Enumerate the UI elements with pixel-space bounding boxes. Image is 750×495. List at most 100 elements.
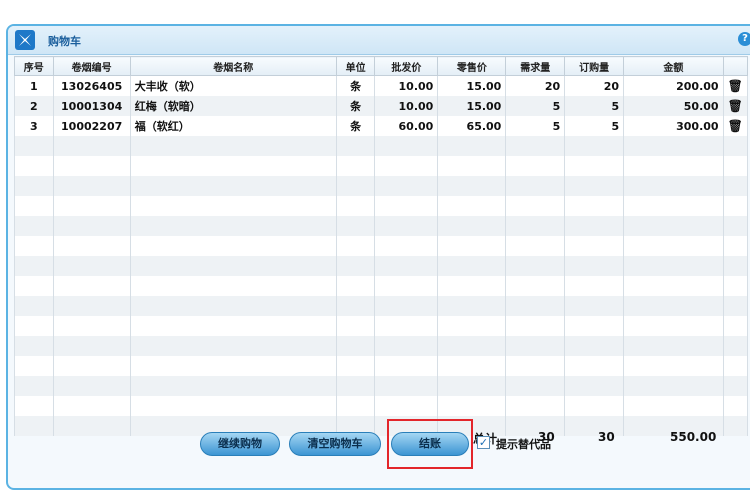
empty-cell [437, 196, 507, 216]
empty-cell [437, 356, 507, 376]
empty-cell [623, 356, 724, 376]
empty-cell [129, 336, 337, 356]
empty-table-row [14, 156, 749, 176]
header-name[interactable]: 卷烟名称 [129, 56, 337, 76]
header-wholesale[interactable]: 批发价 [374, 56, 439, 76]
empty-cell [129, 156, 337, 176]
empty-table-row [14, 276, 749, 296]
empty-cell [52, 136, 131, 156]
header-code[interactable]: 卷烟编号 [52, 56, 131, 76]
cell-order[interactable]: 5 [564, 116, 625, 136]
table-row[interactable]: 1 13026405 大丰收（软） 条 10.00 15.00 20 20 20… [14, 75, 749, 96]
empty-cell [505, 236, 566, 256]
header-index[interactable]: 序号 [14, 56, 54, 76]
cell-unit: 条 [335, 75, 376, 96]
empty-cell [335, 396, 376, 416]
empty-table-row [14, 196, 749, 216]
cell-order[interactable]: 5 [564, 96, 625, 116]
empty-cell [505, 356, 566, 376]
empty-cell [623, 196, 724, 216]
cell-amount: 300.00 [623, 116, 724, 136]
empty-cell [623, 156, 724, 176]
empty-cell [52, 316, 131, 336]
header-retail[interactable]: 零售价 [437, 56, 507, 76]
empty-table-row [14, 216, 749, 236]
empty-cell [623, 276, 724, 296]
help-icon[interactable]: ? [738, 32, 750, 46]
delete-row-button[interactable]: 🗑 [722, 75, 749, 96]
empty-cell [564, 276, 625, 296]
empty-cell [623, 176, 724, 196]
empty-cell [505, 336, 566, 356]
cell-retail: 15.00 [437, 96, 507, 116]
empty-cell [374, 196, 439, 216]
empty-cell [505, 296, 566, 316]
empty-cell [564, 256, 625, 276]
cell-amount: 200.00 [623, 75, 724, 96]
header-unit[interactable]: 单位 [335, 56, 376, 76]
cell-demand: 20 [505, 75, 566, 96]
empty-table-row [14, 316, 749, 336]
empty-cell [14, 156, 54, 176]
empty-cell [437, 176, 507, 196]
empty-cell [505, 136, 566, 156]
empty-cell [722, 416, 749, 436]
continue-shopping-button[interactable]: 继续购物 [200, 432, 280, 456]
empty-cell [722, 336, 749, 356]
table-row[interactable]: 2 10001304 红梅（软暗） 条 10.00 15.00 5 5 50.0… [14, 96, 749, 116]
empty-cell [52, 356, 131, 376]
empty-cell [129, 376, 337, 396]
empty-cell [335, 316, 376, 336]
empty-cell [722, 196, 749, 216]
empty-cell [505, 196, 566, 216]
header-amount[interactable]: 金额 [623, 56, 724, 76]
delete-row-button[interactable]: 🗑 [722, 116, 749, 136]
empty-cell [623, 396, 724, 416]
empty-cell [722, 296, 749, 316]
empty-cell [437, 216, 507, 236]
empty-cell [129, 136, 337, 156]
cell-index: 2 [14, 96, 54, 116]
cell-name: 大丰收（软） [129, 75, 337, 96]
empty-cell [722, 176, 749, 196]
empty-cell [505, 276, 566, 296]
title-bar: 购物车 ? [8, 26, 750, 55]
empty-cell [374, 136, 439, 156]
clear-cart-button[interactable]: 清空购物车 [289, 432, 381, 456]
cell-order[interactable]: 20 [564, 75, 625, 96]
summary-order-total: 30 [598, 430, 615, 444]
header-demand[interactable]: 需求量 [505, 56, 566, 76]
empty-cell [129, 296, 337, 316]
empty-cell [14, 236, 54, 256]
empty-cell [505, 216, 566, 236]
shopping-cart-window: 购物车 ? 序号 卷烟编号 卷烟名称 单位 批发价 零售价 需求量 订购量 金额 [6, 24, 750, 490]
empty-cell [437, 236, 507, 256]
window-title: 购物车 [48, 35, 81, 48]
empty-cell [505, 316, 566, 336]
empty-cell [14, 276, 54, 296]
empty-cell [564, 376, 625, 396]
table-row[interactable]: 3 10002207 福（软红） 条 60.00 65.00 5 5 300.0… [14, 116, 749, 136]
empty-cell [129, 256, 337, 276]
empty-cell [129, 316, 337, 336]
substitute-hint-label[interactable]: 提示替代品 [496, 436, 551, 452]
empty-table-row [14, 376, 749, 396]
empty-cell [335, 276, 376, 296]
empty-cell [14, 356, 54, 376]
empty-cell [335, 216, 376, 236]
cell-code: 10002207 [52, 116, 131, 136]
empty-cell [505, 396, 566, 416]
empty-cell [374, 396, 439, 416]
table-body: 1 13026405 大丰收（软） 条 10.00 15.00 20 20 20… [14, 75, 749, 436]
cell-retail: 15.00 [437, 75, 507, 96]
substitute-hint-checkbox[interactable]: ✓ [477, 436, 490, 449]
empty-cell [722, 396, 749, 416]
empty-cell [14, 396, 54, 416]
empty-table-row [14, 256, 749, 276]
empty-cell [52, 216, 131, 236]
delete-row-button[interactable]: 🗑 [722, 96, 749, 116]
empty-cell [623, 296, 724, 316]
header-order[interactable]: 订购量 [564, 56, 625, 76]
summary-amount-total: 550.00 [670, 430, 717, 444]
table-header-row: 序号 卷烟编号 卷烟名称 单位 批发价 零售价 需求量 订购量 金额 [14, 56, 749, 76]
